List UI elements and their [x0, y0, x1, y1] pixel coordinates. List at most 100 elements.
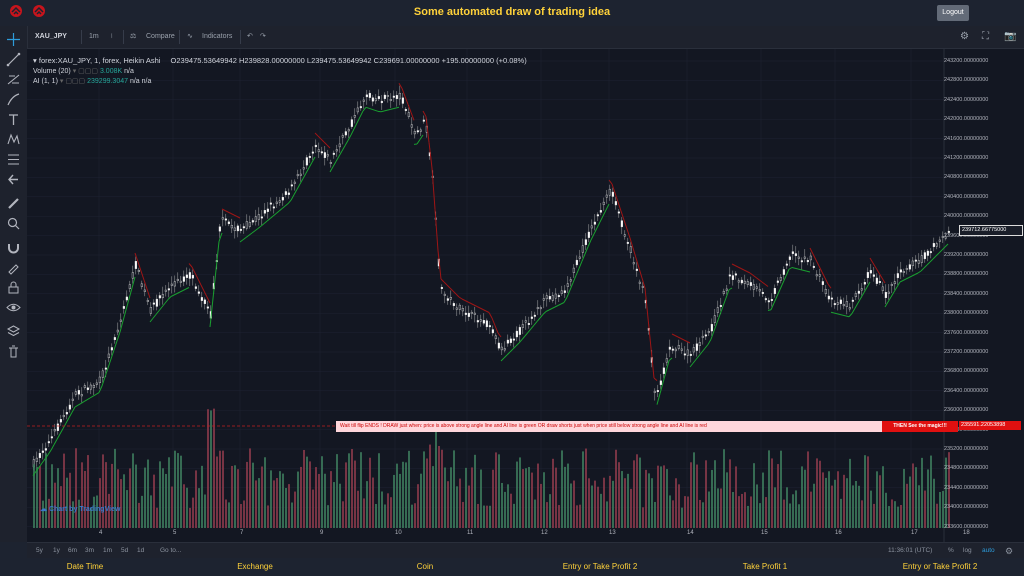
range-5y[interactable]: 5y	[36, 543, 43, 559]
magnet-icon[interactable]	[6, 240, 21, 255]
time-axis-label: 17	[911, 530, 918, 536]
bottom-bar: 5y 1y 6m 3m 1m 5d 1d Go to... 11:36:01 (…	[27, 542, 1024, 559]
price-axis-label: 243200.00000000	[944, 58, 989, 64]
cloud-icon: ☁	[40, 506, 47, 513]
price-axis-label: 236400.00000000	[944, 387, 989, 394]
time-axis-label: 11	[467, 530, 474, 536]
legend-controls[interactable]: ▾ ▢▢▢	[73, 68, 98, 75]
price-axis-label: 237200.00000000	[944, 349, 989, 355]
legend-controls[interactable]: ▾ ▢▢▢	[60, 78, 85, 85]
price-axis-label: 235200.00000000	[944, 446, 989, 452]
trend-line-icon[interactable]	[6, 52, 21, 67]
price-axis-label: 238800.00000000	[944, 271, 989, 278]
footer-exchange: Exchange	[237, 562, 273, 571]
price-axis-label: 240400.00000000	[944, 193, 989, 200]
drawing-toolbar	[0, 26, 28, 542]
zoom-icon[interactable]	[6, 216, 21, 231]
time-axis-label: 9	[320, 530, 324, 536]
price-axis-label: 240000.00000000	[944, 213, 989, 220]
range-6m[interactable]: 6m	[68, 543, 77, 559]
interval-button[interactable]: 1m	[89, 26, 99, 48]
footer-tp1: Take Profit 1	[742, 562, 788, 571]
camera-icon[interactable]: 📷	[1004, 26, 1016, 48]
goto-button[interactable]: Go to...	[160, 543, 181, 559]
back-arrow-icon[interactable]	[6, 172, 21, 187]
percent-toggle[interactable]: %	[948, 543, 954, 559]
undo-icon[interactable]: ↶	[247, 26, 253, 48]
time-axis-label: 16	[835, 530, 842, 536]
trash-icon[interactable]	[6, 344, 21, 359]
clock[interactable]: 11:36:01 (UTC)	[888, 543, 932, 559]
time-axis-label: 15	[761, 530, 768, 536]
price-axis-label: 236800.00000000	[944, 368, 989, 375]
range-3m[interactable]: 3m	[85, 543, 94, 559]
ai-label[interactable]: AI (1, 1)	[33, 78, 58, 85]
compare-icon: ⚖	[130, 33, 137, 40]
range-1m[interactable]: 1m	[103, 543, 112, 559]
time-axis-label: 18	[963, 530, 970, 536]
fullscreen-icon[interactable]: ⛶	[982, 26, 989, 48]
ai-na: n/a	[141, 78, 152, 85]
prediction-icon[interactable]	[6, 152, 21, 167]
eye-icon[interactable]	[6, 300, 21, 315]
price-axis-label: 242400.00000000	[944, 96, 989, 103]
footer-entry-tp2-b: Entry or Take Profit 2	[902, 562, 978, 571]
price-axis-label: 239200.00000000	[944, 252, 989, 258]
watermark[interactable]: ☁ Chart by TradingView	[40, 505, 120, 513]
time-axis-label: 5	[173, 530, 177, 536]
line-price-tag: 235591.22053898	[959, 421, 1021, 430]
ruler-icon[interactable]	[6, 196, 21, 211]
settings-icon[interactable]: ⚙	[960, 26, 969, 48]
price-axis-label: 238000.00000000	[944, 310, 989, 317]
last-price-tag: 239712.66775000	[959, 225, 1023, 236]
volume-label[interactable]: Volume (20)	[33, 68, 71, 75]
collapse-icon[interactable]: ▾	[33, 56, 37, 65]
banner-text: Wait till flip ENDS ! DRAW just when: pr…	[340, 423, 707, 429]
indicators-button[interactable]: Indicators	[202, 26, 232, 48]
symbol-search[interactable]: XAU_JPY	[35, 26, 67, 48]
time-axis-label: 13	[609, 530, 616, 536]
text-icon[interactable]	[6, 112, 21, 127]
series-title: forex:XAU_JPY, 1, forex, Heikin Ashi	[38, 56, 161, 65]
price-axis-label: 234000.00000000	[944, 504, 989, 511]
time-axis-label: 4	[99, 530, 103, 536]
range-1d[interactable]: 1d	[137, 543, 144, 559]
compare-button[interactable]: Compare	[146, 26, 175, 48]
price-axis-label: 234400.00000000	[944, 484, 989, 491]
redo-icon[interactable]: ↷	[260, 26, 266, 48]
banner-highlight: THEN See the magic!!!	[882, 421, 958, 432]
pattern-icon[interactable]	[6, 132, 21, 147]
strategy-banner: Wait till flip ENDS ! DRAW just when: pr…	[336, 421, 958, 432]
ohlc-values: O239475.53649942 H239828.00000000 L23947…	[170, 56, 527, 65]
price-axis-label: 234800.00000000	[944, 465, 989, 472]
log-toggle[interactable]: log	[963, 543, 972, 559]
page-title: Some automated draw of trading idea	[413, 6, 611, 18]
brush-icon[interactable]	[6, 92, 21, 107]
lock-icon[interactable]	[6, 280, 21, 295]
auto-toggle[interactable]: auto	[982, 543, 995, 559]
crosshair-icon[interactable]	[6, 32, 21, 47]
range-1y[interactable]: 1y	[53, 543, 60, 559]
footer: Date Time Exchange Coin Entry or Take Pr…	[0, 558, 1024, 576]
price-axis-label: 238400.00000000	[944, 290, 989, 297]
ai-value: 239299.3047	[87, 78, 129, 85]
main-legend: ▾ forex:XAU_JPY, 1, forex, Heikin Ashi O…	[33, 56, 527, 65]
volume-legend: Volume (20) ▾ ▢▢▢ 3.008K n/a	[33, 67, 134, 75]
time-axis-label: 7	[240, 530, 244, 536]
range-5d[interactable]: 5d	[121, 543, 128, 559]
fib-icon[interactable]	[6, 72, 21, 87]
footer-date-time: Date Time	[66, 562, 104, 571]
price-axis-label: 233600.00000000	[944, 523, 989, 530]
price-axis-label: 241600.00000000	[944, 135, 989, 142]
layers-icon[interactable]	[6, 324, 21, 339]
chart-area[interactable]	[27, 49, 1024, 542]
pencil-lock-icon[interactable]	[6, 260, 21, 275]
price-axis-label: 236000.00000000	[944, 407, 989, 414]
price-axis-label: 240800.00000000	[944, 174, 989, 181]
logout-button[interactable]: Logout	[937, 5, 969, 21]
volume-na: n/a	[124, 68, 134, 75]
chart-type-icon[interactable]: ⧘	[111, 26, 112, 48]
footer-coin: Coin	[416, 562, 434, 571]
settings-icon[interactable]: ⚙	[1005, 543, 1013, 559]
price-axis-label: 242800.00000000	[944, 77, 989, 84]
